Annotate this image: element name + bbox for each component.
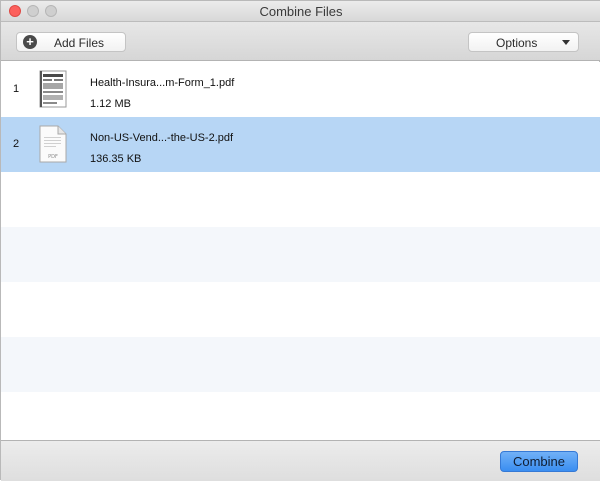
add-files-button[interactable]: + Add Files: [16, 32, 126, 52]
file-row[interactable]: 2 PDF Non-US-Vend...-the-US-2.pdf 136.35…: [1, 117, 600, 172]
file-size: 1.12 MB: [90, 98, 131, 110]
file-row[interactable]: 1 Health-Insura...m-Form_1.pdf 1.12 MB: [1, 62, 600, 117]
options-dropdown[interactable]: Options: [468, 32, 579, 52]
chevron-down-icon: [562, 40, 570, 45]
empty-row: [1, 172, 600, 227]
options-label: Options: [496, 36, 538, 50]
combine-files-window: Combine Files + Add Files Options 1 Heal…: [0, 0, 600, 481]
file-size: 136.35 KB: [90, 153, 142, 165]
svg-text:PDF: PDF: [48, 154, 58, 160]
empty-row: [1, 337, 600, 392]
title-bar[interactable]: Combine Files: [1, 1, 600, 22]
pdf-file-icon: PDF: [39, 125, 67, 163]
plus-circle-icon: +: [23, 35, 37, 49]
file-list[interactable]: 1 Health-Insura...m-Form_1.pdf 1.12 MB 2: [1, 62, 600, 440]
pdf-document-thumbnail-icon: [39, 70, 67, 108]
empty-row: [1, 227, 600, 282]
file-name: Health-Insura...m-Form_1.pdf: [90, 77, 235, 89]
empty-row: [1, 392, 600, 440]
empty-row: [1, 282, 600, 337]
combine-button[interactable]: Combine: [500, 451, 578, 472]
row-index: 2: [13, 138, 20, 150]
toolbar: + Add Files Options: [1, 22, 600, 61]
bottom-bar: Combine: [1, 440, 600, 481]
file-name: Non-US-Vend...-the-US-2.pdf: [90, 132, 234, 144]
row-index: 1: [13, 83, 20, 95]
add-files-label: Add Files: [54, 36, 105, 50]
window-title: Combine Files: [259, 4, 343, 19]
